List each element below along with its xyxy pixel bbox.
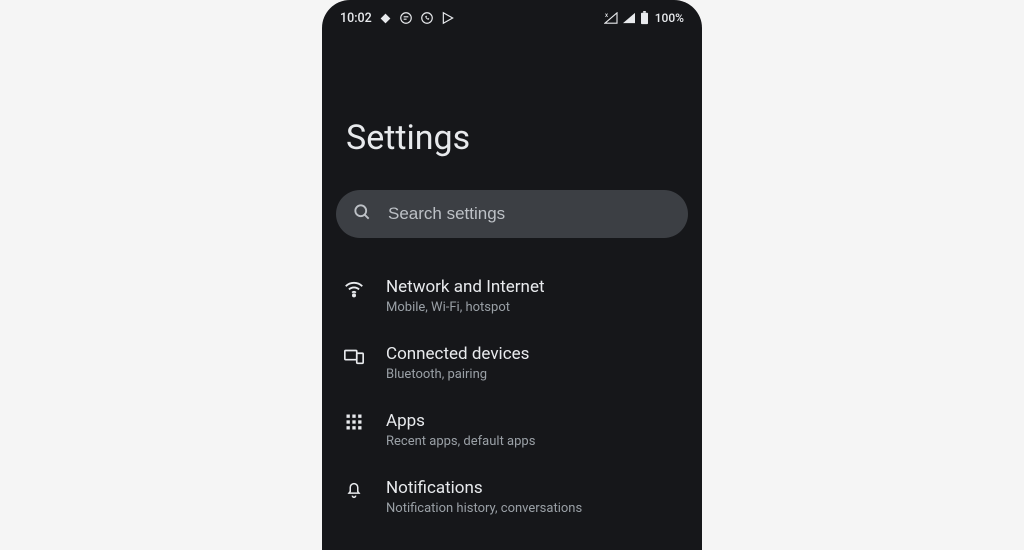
item-title: Connected devices — [386, 343, 678, 365]
page-title: Settings — [346, 118, 678, 158]
item-subtitle: Bluetooth, pairing — [386, 367, 678, 382]
wifi-icon — [340, 276, 368, 300]
item-network-internet[interactable]: Network and Internet Mobile, Wi-Fi, hots… — [322, 262, 702, 329]
battery-text: 100% — [655, 11, 684, 25]
apps-grid-icon — [340, 410, 368, 432]
item-title: Apps — [386, 410, 678, 432]
signal-2-icon — [622, 12, 636, 24]
whatsapp-icon — [420, 11, 434, 25]
page-header: Settings — [322, 30, 702, 176]
item-notifications[interactable]: Notifications Notification history, conv… — [322, 463, 702, 530]
play-icon — [441, 11, 455, 25]
status-bar: 10:02 x 100% — [322, 0, 702, 30]
tag-icon — [379, 12, 392, 25]
item-connected-devices[interactable]: Connected devices Bluetooth, pairing — [322, 329, 702, 396]
settings-list: Network and Internet Mobile, Wi-Fi, hots… — [322, 248, 702, 530]
signal-1-icon: x — [604, 12, 618, 24]
chat-icon — [399, 11, 413, 25]
bell-icon — [340, 477, 368, 499]
phone-frame: 10:02 x 100% — [322, 0, 702, 550]
item-title: Network and Internet — [386, 276, 678, 298]
search-input[interactable] — [386, 203, 672, 225]
battery-icon — [640, 11, 649, 25]
item-subtitle: Recent apps, default apps — [386, 434, 678, 449]
item-apps[interactable]: Apps Recent apps, default apps — [322, 396, 702, 463]
devices-icon — [340, 343, 368, 367]
clock-text: 10:02 — [340, 11, 372, 26]
item-subtitle: Mobile, Wi-Fi, hotspot — [386, 300, 678, 315]
search-icon — [352, 202, 372, 226]
status-right: x 100% — [604, 11, 684, 25]
svg-text:x: x — [605, 12, 608, 19]
item-title: Notifications — [386, 477, 678, 499]
item-subtitle: Notification history, conversations — [386, 501, 678, 516]
search-bar[interactable] — [336, 190, 688, 238]
status-left: 10:02 — [340, 11, 455, 26]
